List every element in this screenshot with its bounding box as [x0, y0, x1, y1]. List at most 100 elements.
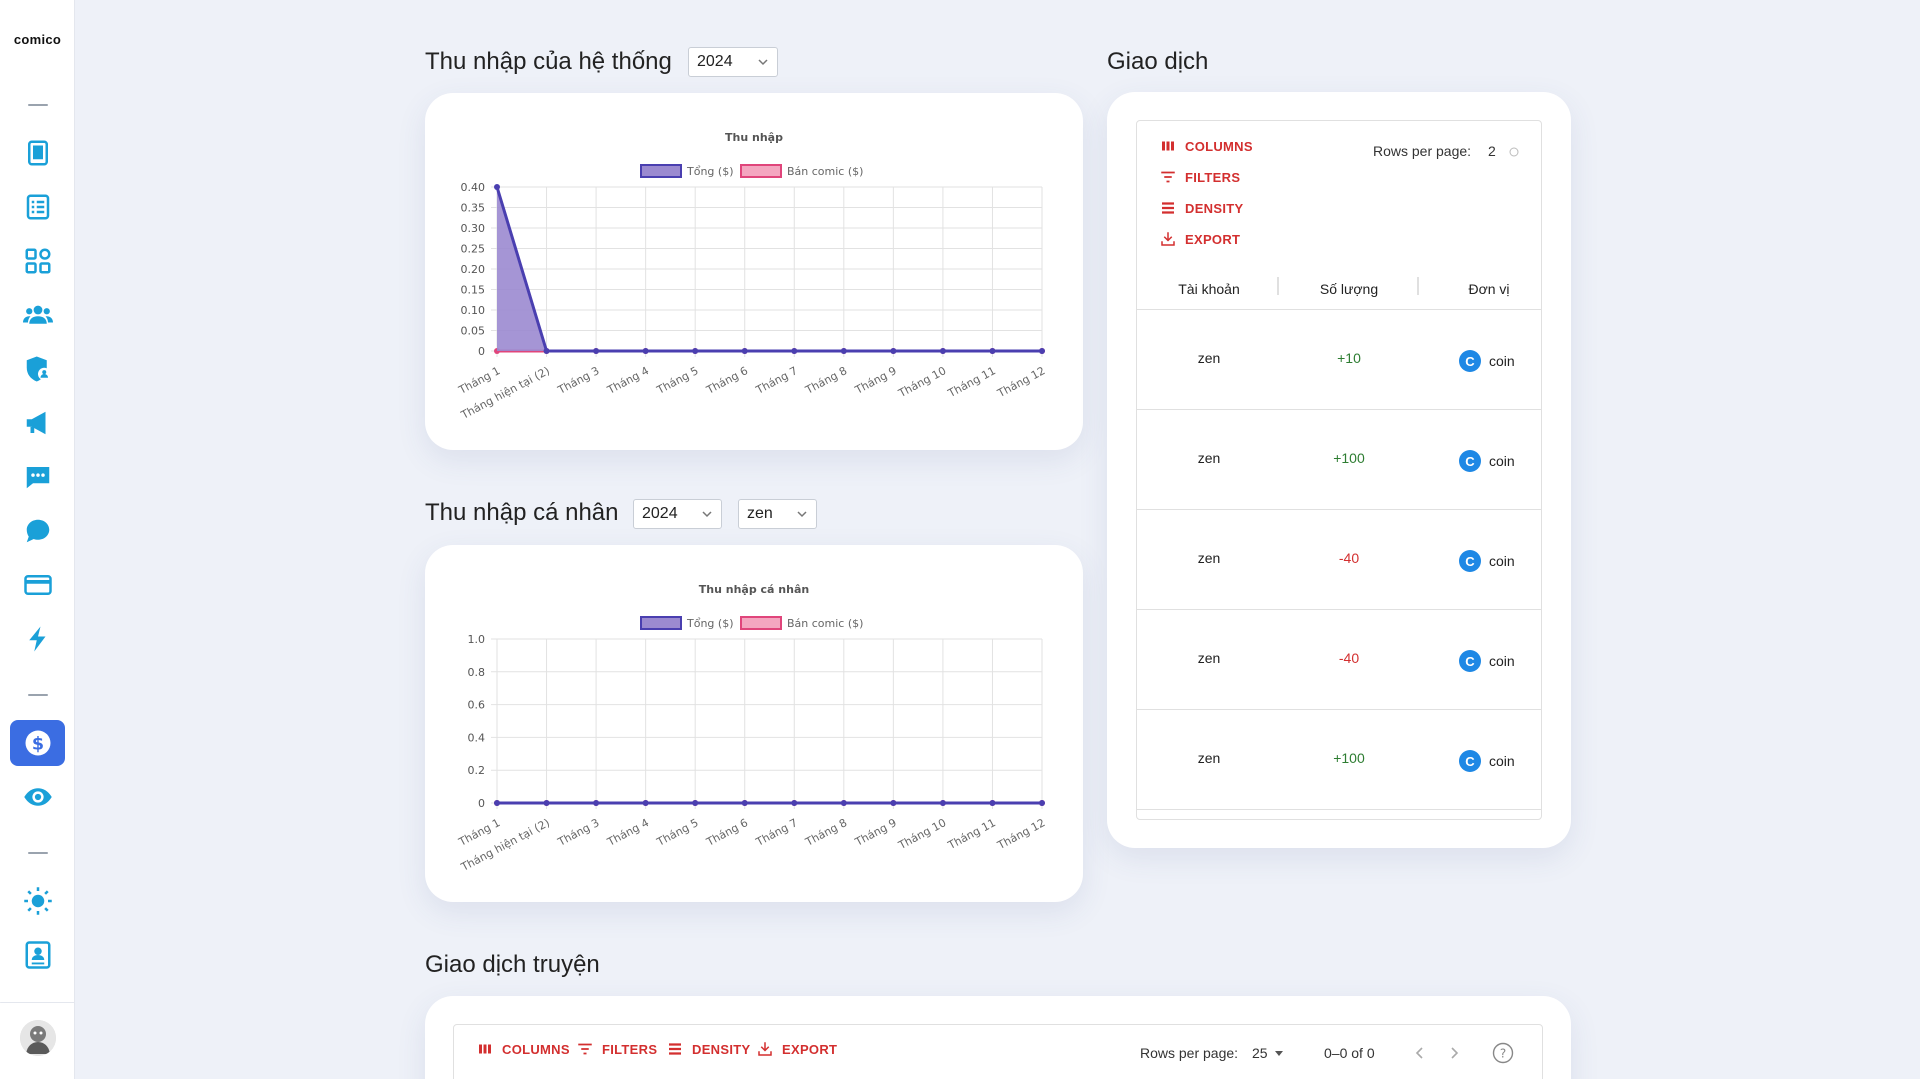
data-point	[494, 184, 500, 190]
cell-unit-label: coin	[1489, 653, 1515, 669]
sidebar-item-theme[interactable]	[10, 878, 65, 924]
chevron-down-icon	[797, 511, 807, 518]
sidebar-divider	[28, 104, 48, 106]
y-tick-label: 0	[478, 797, 485, 810]
data-point	[840, 800, 847, 806]
column-header-unit[interactable]: Đơn vị	[1429, 281, 1541, 297]
list-icon	[26, 194, 49, 220]
sidebar-item-list[interactable]	[10, 184, 65, 230]
coin-icon: C	[1459, 550, 1481, 572]
table-row[interactable]: zen -40 Ccoin	[1137, 610, 1541, 710]
sidebar-item-comics[interactable]	[10, 130, 65, 176]
sidebar-item-categories[interactable]	[10, 238, 65, 284]
cell-unit-label: coin	[1489, 453, 1515, 469]
legend-swatch	[640, 164, 682, 178]
cell-account: zen	[1197, 450, 1221, 466]
personal-income-year-select[interactable]: 2024	[633, 499, 722, 529]
cell-amount: +100	[1333, 750, 1365, 766]
filters-label: FILTERS	[1185, 169, 1241, 185]
column-header-amount[interactable]: Số lượng	[1289, 281, 1409, 297]
table-row[interactable]: zen +100 Ccoin	[1137, 710, 1541, 810]
rows-per-page-select[interactable]: 2	[1488, 143, 1496, 159]
chevron-down-icon	[1509, 147, 1519, 157]
system-income-title: Thu nhập của hệ thống	[425, 48, 672, 75]
columns-button[interactable]: COLUMNS	[476, 1040, 570, 1058]
sidebar-item-payments[interactable]	[10, 562, 65, 608]
y-tick-label: 0.40	[461, 181, 486, 194]
personal-income-user-select[interactable]: zen	[738, 499, 817, 529]
chevron-down-icon	[758, 59, 768, 66]
columns-button[interactable]: COLUMNS	[1159, 137, 1253, 155]
column-separator[interactable]	[1277, 277, 1279, 295]
sidebar-item-comments[interactable]	[10, 508, 65, 554]
legend-label: Bán comic ($)	[787, 617, 863, 630]
table-row[interactable]: zen -40 Ccoin	[1137, 510, 1541, 610]
filters-button[interactable]: FILTERS	[1159, 168, 1240, 186]
sun-icon	[23, 887, 52, 915]
columns-label: COLUMNS	[1185, 138, 1253, 154]
chevron-down-icon	[702, 511, 712, 518]
column-separator[interactable]	[1417, 277, 1419, 295]
y-tick-label: 0.25	[461, 243, 486, 256]
sidebar-item-users[interactable]	[10, 292, 65, 338]
density-button[interactable]: DENSITY	[1159, 199, 1243, 217]
x-tick-label: Tháng 6	[704, 364, 751, 397]
x-tick-label: Tháng 7	[753, 816, 800, 849]
personal-income-chart: Thu nhập cá nhân Tổng ($) Bán comic ($) 1.0…	[456, 583, 1048, 874]
legend-label: Tổng ($)	[686, 165, 733, 178]
sidebar-item-events[interactable]	[10, 616, 65, 662]
system-income-year-select[interactable]: 2024	[688, 47, 778, 77]
data-point	[494, 800, 500, 806]
cell-account: zen	[1197, 550, 1221, 566]
cell-unit-label: coin	[1489, 753, 1515, 769]
table-row[interactable]: zen +10 Ccoin	[1137, 310, 1541, 410]
columns-label: COLUMNS	[502, 1041, 570, 1057]
dollar-icon: $	[25, 730, 50, 756]
cell-unit-label: coin	[1489, 353, 1515, 369]
sidebar-item-roles[interactable]	[10, 346, 65, 392]
x-tick-label: Tháng 3	[555, 816, 602, 849]
megaphone-icon	[26, 411, 45, 435]
sidebar-item-profile[interactable]	[10, 932, 65, 978]
x-tick-label: Tháng 4	[604, 816, 651, 849]
help-icon[interactable]: ?	[1492, 1042, 1514, 1064]
book-icon	[27, 140, 48, 166]
data-point	[840, 348, 847, 354]
sidebar-item-income[interactable]: $	[10, 720, 65, 766]
legend-swatch	[740, 616, 782, 630]
cell-unit: Ccoin	[1459, 650, 1515, 672]
table-row[interactable]: zen +100 Ccoin	[1137, 410, 1541, 510]
brand-logo[interactable]: comico	[0, 32, 75, 47]
sidebar-item-messages[interactable]	[10, 454, 65, 500]
coin-icon: C	[1459, 450, 1481, 472]
sidebar-item-views[interactable]	[10, 774, 65, 820]
cell-unit: Ccoin	[1459, 350, 1515, 372]
density-icon	[669, 1043, 681, 1055]
export-button[interactable]: EXPORT	[756, 1040, 837, 1058]
avatar[interactable]	[20, 1020, 56, 1056]
export-button[interactable]: EXPORT	[1159, 230, 1240, 248]
filter-icon	[1161, 171, 1175, 183]
filters-button[interactable]: FILTERS	[576, 1040, 657, 1058]
rows-per-page-select[interactable]: 25	[1252, 1045, 1284, 1061]
x-tick-label: Tháng 4	[604, 364, 651, 397]
download-icon	[758, 1042, 772, 1056]
data-point	[741, 348, 748, 354]
sidebar-item-announcements[interactable]	[10, 400, 65, 446]
y-tick-label: 0.10	[461, 304, 486, 317]
x-tick-label: Tháng 9	[852, 816, 899, 849]
column-header-account[interactable]: Tài khoản	[1149, 281, 1269, 297]
previous-page-icon[interactable]	[1412, 1045, 1428, 1061]
y-tick-label: 0	[478, 345, 485, 358]
grid-icon	[25, 248, 50, 274]
density-button[interactable]: DENSITY	[666, 1040, 750, 1058]
data-point	[890, 800, 897, 806]
cell-account: zen	[1197, 750, 1221, 766]
coin-icon: C	[1459, 650, 1481, 672]
density-icon	[1162, 202, 1174, 214]
columns-icon	[1162, 141, 1174, 151]
pagination-range: 0–0 of 0	[1324, 1045, 1375, 1061]
shield-user-icon	[26, 356, 50, 382]
next-page-icon[interactable]	[1446, 1045, 1462, 1061]
data-point	[543, 348, 550, 354]
